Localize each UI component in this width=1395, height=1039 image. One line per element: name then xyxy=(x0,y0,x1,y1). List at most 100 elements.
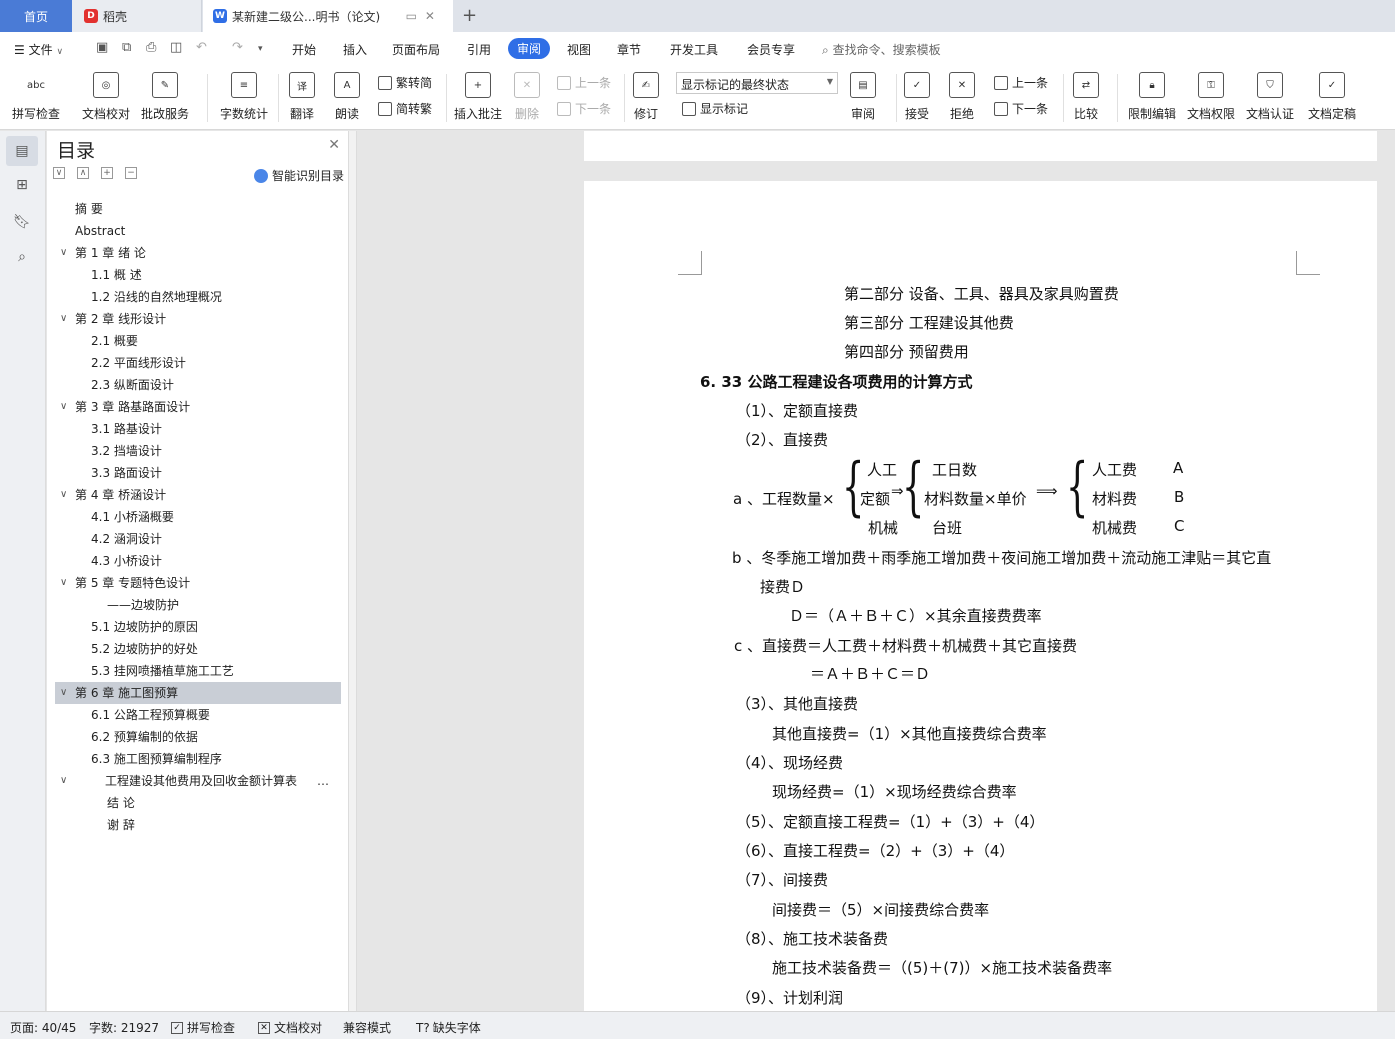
toc-item[interactable]: 4.3 小桥设计 xyxy=(55,550,341,572)
chevron-down-icon[interactable]: ∨ xyxy=(60,484,67,506)
toc-item[interactable]: 2.1 概要 xyxy=(55,330,341,352)
toc-item[interactable]: ——边坡防护 xyxy=(55,594,341,616)
toc-item[interactable]: 2.2 平面线形设计 xyxy=(55,352,341,374)
save-icon[interactable]: ▣ xyxy=(96,40,108,55)
toc-item[interactable]: ∨ 工程建设其他费用及回收金额计算表… xyxy=(55,770,341,792)
menu-chapter[interactable]: 章节 xyxy=(617,41,641,58)
new-tab-icon[interactable]: + xyxy=(462,5,477,26)
simp-to-trad-button[interactable]: 繁转简 xyxy=(378,74,432,91)
reject-button[interactable]: ✕ 拒绝 xyxy=(949,66,975,122)
read-aloud-button[interactable]: A 朗读 xyxy=(334,66,360,122)
insert-comment-button[interactable]: + 插入批注 xyxy=(454,66,502,122)
restrict-edit-button[interactable]: 🔒︎ 限制编辑 xyxy=(1128,66,1176,122)
print-preview-icon[interactable]: ◫ xyxy=(170,40,182,55)
smart-toc-button[interactable]: 智能识别目录 xyxy=(253,167,344,184)
doc-permission-button[interactable]: ⚿ 文档权限 xyxy=(1187,66,1235,122)
toc-item[interactable]: 5.3 挂网喷播植草施工工艺 xyxy=(55,660,341,682)
toc-item[interactable]: ∨ 第 3 章 路基路面设计 xyxy=(55,396,341,418)
redo-icon[interactable]: ↷ xyxy=(232,40,243,55)
expand-up-icon[interactable]: ∧ xyxy=(77,167,89,179)
print-icon[interactable]: ⎙ xyxy=(146,40,156,55)
word-count-button[interactable]: ≡ 字数统计 xyxy=(220,66,268,122)
menu-page-layout[interactable]: 页面布局 xyxy=(392,41,440,58)
batch-service-button[interactable]: ✎ 批改服务 xyxy=(141,66,189,122)
panel-splitter[interactable] xyxy=(349,131,357,1011)
toc-item[interactable]: 4.2 涵洞设计 xyxy=(55,528,341,550)
status-doc-proof[interactable]: ✕ 文档校对 xyxy=(258,1019,322,1036)
menu-view[interactable]: 视图 xyxy=(567,41,591,58)
toc-item[interactable]: ∨ 第 6 章 施工图预算 xyxy=(55,682,341,704)
chevron-down-icon[interactable]: ∨ xyxy=(60,396,67,418)
revise-button[interactable]: ✍ 修订 xyxy=(633,66,659,122)
export-pdf-icon[interactable]: ⧉ xyxy=(122,40,131,55)
toc-item[interactable]: 6.2 预算编制的依据 xyxy=(55,726,341,748)
tab-home[interactable]: 首页 xyxy=(0,0,72,32)
toc-item[interactable]: 结 论 xyxy=(55,792,341,814)
toc-item[interactable]: 1.2 沿线的自然地理概况 xyxy=(55,286,341,308)
toc-item[interactable]: 3.3 路面设计 xyxy=(55,462,341,484)
delete-comment-button[interactable]: ✕ 删除 xyxy=(514,66,540,122)
close-icon[interactable]: ✕ xyxy=(328,137,340,153)
menu-developer[interactable]: 开发工具 xyxy=(670,41,718,58)
menu-insert[interactable]: 插入 xyxy=(343,41,367,58)
accept-button[interactable]: ✓ 接受 xyxy=(904,66,930,122)
toc-item[interactable]: 3.1 路基设计 xyxy=(55,418,341,440)
tab-document[interactable]: W 某新建二级公...明书（论文) ▭✕ xyxy=(203,0,453,32)
menu-member[interactable]: 会员专享 xyxy=(747,41,795,58)
translate-button[interactable]: 译 翻译 xyxy=(289,66,315,122)
prev-comment-button[interactable]: 上一条 xyxy=(557,74,611,91)
doc-proof-button[interactable]: ◎ 文档校对 xyxy=(82,66,130,122)
tab-close-icon[interactable]: ▭✕ xyxy=(406,9,443,23)
search-icon[interactable]: ⌕ xyxy=(13,248,31,266)
chevron-down-icon[interactable]: ∨ xyxy=(60,242,67,264)
toc-item[interactable]: Abstract xyxy=(55,220,341,242)
bookmark-icon[interactable]: 🔖︎ xyxy=(13,213,31,231)
document-page[interactable]: 第二部分 设备、工具、器具及家具购置费 第三部分 工程建设其他费 第四部分 预留… xyxy=(584,181,1377,1011)
tab-daoke[interactable]: D 稻壳 xyxy=(72,0,202,32)
chevron-down-icon[interactable]: ∨ xyxy=(60,682,67,704)
toc-item[interactable]: 2.3 纵断面设计 xyxy=(55,374,341,396)
add-heading-icon[interactable]: + xyxy=(101,167,113,179)
doc-finalize-button[interactable]: ✓ 文档定稿 xyxy=(1308,66,1356,122)
toc-item[interactable]: 5.2 边坡防护的好处 xyxy=(55,638,341,660)
prev-change-button[interactable]: 上一条 xyxy=(994,74,1048,91)
document-canvas[interactable]: 第二部分 设备、工具、器具及家具购置费 第三部分 工程建设其他费 第四部分 预留… xyxy=(358,131,1395,1011)
toc-item[interactable]: 5.1 边坡防护的原因 xyxy=(55,616,341,638)
remove-heading-icon[interactable]: − xyxy=(125,167,137,179)
page-indicator[interactable]: 页面: 40/45 xyxy=(10,1019,76,1036)
toc-item[interactable]: 6.1 公路工程预算概要 xyxy=(55,704,341,726)
toc-panel-icon[interactable]: ▤ xyxy=(6,136,38,166)
markup-state-select[interactable]: 显示标记的最终状态 ▼ xyxy=(676,72,838,94)
more-options-icon[interactable]: … xyxy=(317,770,329,792)
word-count-indicator[interactable]: 字数: 21927 xyxy=(89,1019,159,1036)
toc-item[interactable]: 谢 辞 xyxy=(55,814,341,836)
doc-cert-button[interactable]: ⛉ 文档认证 xyxy=(1246,66,1294,122)
review-pane-button[interactable]: ▤ 审阅 xyxy=(850,66,876,122)
toc-item[interactable]: 1.1 概 述 xyxy=(55,264,341,286)
menu-reference[interactable]: 引用 xyxy=(467,41,491,58)
menu-file[interactable]: ☰ 文件 ∨ xyxy=(14,41,63,58)
chapter-nav-icon[interactable]: ⊞ xyxy=(13,176,31,194)
toc-item[interactable]: ∨ 第 1 章 绪 论 xyxy=(55,242,341,264)
trad-to-simp-button[interactable]: 简转繁 xyxy=(378,100,432,117)
collapse-all-icon[interactable]: ∨ xyxy=(53,167,65,179)
toc-item[interactable]: 摘 要 xyxy=(55,198,341,220)
command-search[interactable]: ⌕ 查找命令、搜索模板 xyxy=(822,41,941,58)
compare-button[interactable]: ⇄ 比较 xyxy=(1073,66,1099,122)
menu-start[interactable]: 开始 xyxy=(292,41,316,58)
toc-item[interactable]: 3.2 挡墙设计 xyxy=(55,440,341,462)
toc-item[interactable]: 4.1 小桥涵概要 xyxy=(55,506,341,528)
toc-item[interactable]: ∨ 第 5 章 专题特色设计 xyxy=(55,572,341,594)
show-markup-button[interactable]: 显示标记 xyxy=(682,100,748,117)
undo-icon[interactable]: ↶ xyxy=(196,40,207,55)
chevron-down-icon[interactable]: ∨ xyxy=(60,572,67,594)
chevron-down-icon[interactable]: ∨ xyxy=(60,770,67,792)
toc-item[interactable]: ∨ 第 2 章 线形设计 xyxy=(55,308,341,330)
spell-check-button[interactable]: abc 拼写检查 xyxy=(12,66,60,122)
status-spell-check[interactable]: ✓ 拼写检查 xyxy=(171,1019,235,1036)
toc-item[interactable]: 6.3 施工图预算编制程序 xyxy=(55,748,341,770)
chevron-down-icon[interactable]: ∨ xyxy=(60,308,67,330)
toc-item[interactable]: ∨ 第 4 章 桥涵设计 xyxy=(55,484,341,506)
next-comment-button[interactable]: 下一条 xyxy=(557,100,611,117)
next-change-button[interactable]: 下一条 xyxy=(994,100,1048,117)
